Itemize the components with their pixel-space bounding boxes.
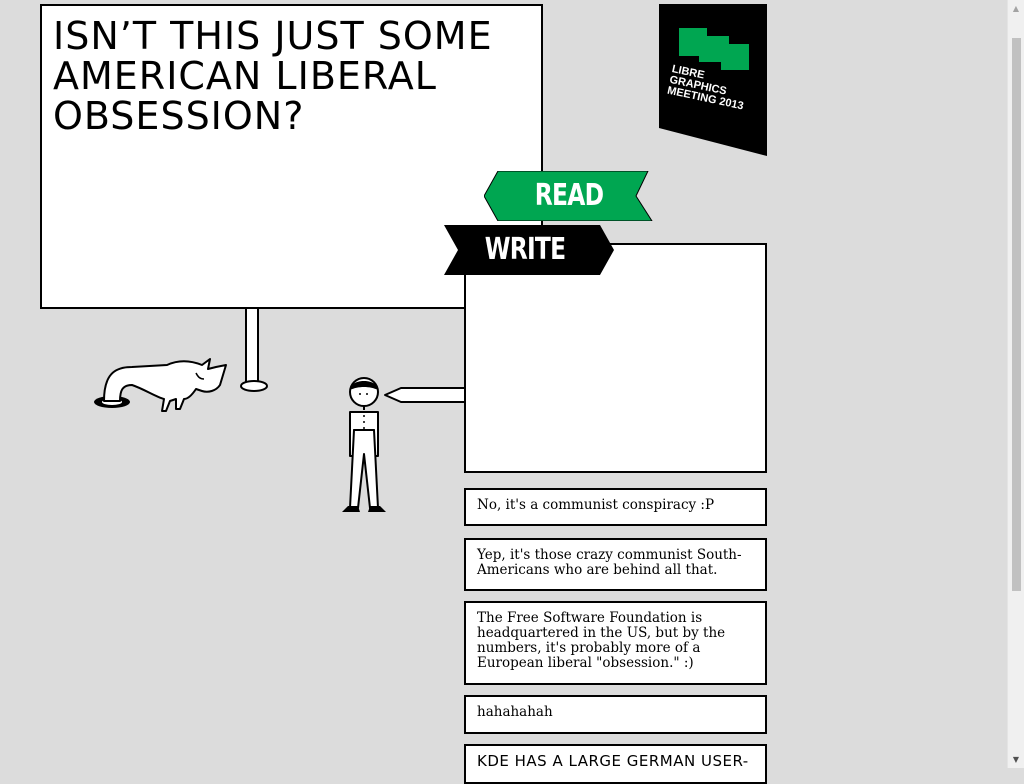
- answer-item[interactable]: The Free Software Foundation is headquar…: [464, 601, 767, 685]
- rhino-illustration: [94, 358, 227, 412]
- speech-pointer: [384, 387, 465, 403]
- write-answer-input[interactable]: [464, 243, 767, 473]
- lgm-banner[interactable]: Libre Graphics Meeting 2013: [659, 4, 767, 156]
- answer-item[interactable]: KDE has a large German user-: [464, 744, 767, 784]
- question-title: Isn’t this just some American liberal ob…: [53, 14, 493, 138]
- scroll-down-arrow-icon[interactable]: ▼: [1008, 751, 1024, 768]
- read-tab[interactable]: READ: [484, 171, 654, 221]
- scrollbar-thumb[interactable]: [1012, 38, 1021, 591]
- page-scrollbar[interactable]: ▲ ▼: [1007, 0, 1024, 768]
- sign-pole: [245, 309, 259, 389]
- write-tab-label: WRITE: [484, 232, 566, 267]
- answer-item[interactable]: Yep, it's those crazy communist South-Am…: [464, 538, 767, 591]
- sign-pole-hole: [240, 380, 268, 392]
- scroll-up-arrow-icon[interactable]: ▲: [1008, 0, 1024, 17]
- answer-item[interactable]: hahahahah: [464, 695, 767, 734]
- write-tab[interactable]: WRITE: [444, 225, 614, 275]
- answer-item[interactable]: No, it's a communist conspiracy :P: [464, 488, 767, 526]
- read-tab-label: READ: [534, 178, 604, 213]
